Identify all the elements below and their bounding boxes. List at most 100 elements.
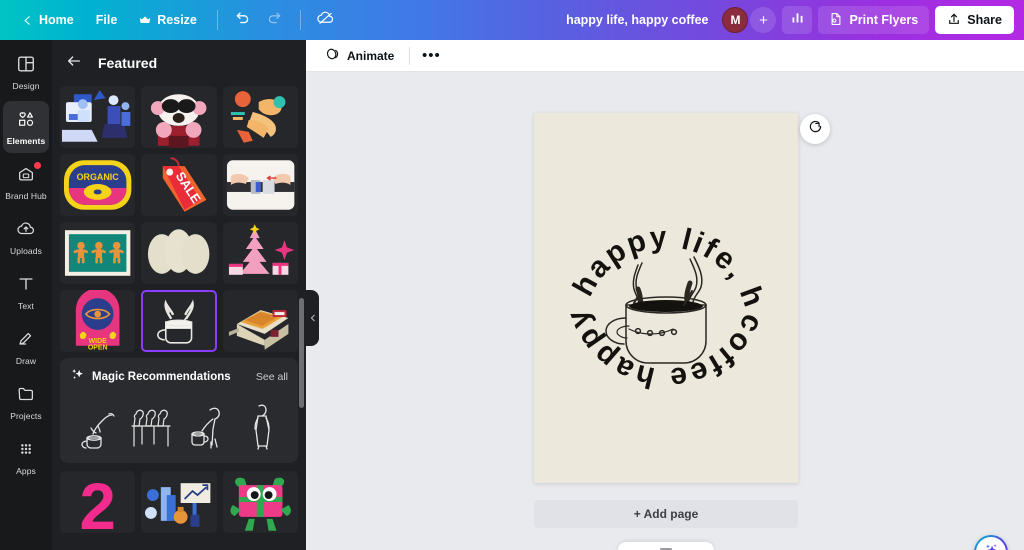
- sidebar-item-design[interactable]: Design: [3, 46, 49, 98]
- elements-row: ORGANIC SALE: [60, 154, 298, 216]
- animate-label: Animate: [347, 48, 395, 63]
- design-artwork: happy life, happy coffee happy: [534, 113, 798, 483]
- add-page-strip[interactable]: + Add page: [534, 500, 798, 528]
- elements-row: [60, 222, 298, 284]
- magic-recommendations-card: Magic Recommendations See all: [60, 358, 298, 463]
- thumb-steaming-cup[interactable]: [141, 290, 217, 352]
- editor-toolbar: Animate •••: [306, 40, 1024, 72]
- panel-title: Featured: [98, 55, 158, 71]
- sidebar-item-projects[interactable]: Projects: [3, 376, 49, 428]
- magic-thumb-pour-cup[interactable]: [70, 395, 122, 453]
- undo-button[interactable]: [228, 6, 258, 34]
- chevron-left-icon: [309, 309, 317, 327]
- magic-thumbnails-row: [70, 395, 288, 453]
- canva-editor-window: Home File Resize happy life, happy coffe…: [0, 0, 1024, 550]
- sidebar-item-label: Brand Hub: [5, 190, 47, 201]
- sidebar-item-label: Elements: [6, 135, 46, 146]
- thumb-sale-tag[interactable]: SALE: [141, 154, 217, 216]
- top-toolbar-right: happy life, happy coffee M + Print Flyer…: [558, 0, 1024, 40]
- draw-icon: [16, 329, 36, 354]
- sidebar-item-uploads[interactable]: Uploads: [3, 211, 49, 263]
- avatar[interactable]: M: [722, 7, 749, 33]
- ai-assistant-button[interactable]: [974, 535, 1008, 550]
- thumb-organic-badge[interactable]: ORGANIC: [60, 154, 136, 216]
- panel-back-button[interactable]: [62, 51, 86, 75]
- file-button[interactable]: File: [86, 6, 128, 34]
- print-flyers-button[interactable]: Print Flyers: [818, 6, 930, 34]
- sidebar-item-label: Draw: [15, 355, 37, 366]
- thumb-sunglasses-character[interactable]: [141, 86, 217, 148]
- collaborators: M +: [722, 7, 777, 33]
- design-page[interactable]: happy life, happy coffee happy: [534, 113, 798, 483]
- sidebar-item-apps[interactable]: Apps: [3, 431, 49, 483]
- insights-icon: [790, 10, 805, 30]
- collapse-panel-button[interactable]: [306, 290, 319, 346]
- magic-recommendations-title: Magic Recommendations: [92, 371, 231, 383]
- magic-sparkles-icon: [983, 541, 1000, 550]
- panel-scrollbar[interactable]: [299, 298, 304, 408]
- sidebar-item-draw[interactable]: Draw: [3, 321, 49, 373]
- notification-badge: [34, 162, 41, 169]
- undo-icon: [234, 9, 251, 31]
- sidebar-item-label: Projects: [10, 410, 42, 421]
- thumb-oven-box[interactable]: [222, 290, 298, 352]
- animate-button[interactable]: Animate: [318, 44, 401, 68]
- regenerate-button[interactable]: [800, 114, 830, 144]
- more-options-button[interactable]: •••: [418, 44, 444, 68]
- thumb-finance-chart[interactable]: [141, 471, 217, 533]
- brand-hub-icon: [16, 164, 36, 189]
- elements-row: 2: [60, 471, 298, 533]
- panel-scroll-area[interactable]: ORGANIC SALE WIDE OPEN Magic Recommendat…: [52, 86, 306, 550]
- thumb-cream-blobs[interactable]: [141, 222, 217, 284]
- crown-icon: [139, 15, 151, 25]
- sidebar-item-label: Uploads: [10, 245, 42, 256]
- thumb-workspace-illustration[interactable]: [60, 86, 136, 148]
- toolbar-divider-2: [299, 10, 301, 30]
- editor-area: Animate ••• happy life, h coffee happy +…: [306, 40, 1024, 550]
- home-button[interactable]: Home: [12, 6, 84, 34]
- share-button[interactable]: Share: [935, 6, 1014, 34]
- thumb-number-two[interactable]: 2: [60, 471, 136, 533]
- resize-button[interactable]: Resize: [129, 6, 207, 34]
- thumb-christmas-tree[interactable]: [222, 222, 298, 284]
- sidebar-item-label: Design: [12, 80, 40, 91]
- thumb-gift-character[interactable]: [222, 471, 298, 533]
- top-toolbar-left: Home File Resize: [0, 0, 341, 40]
- bottom-toolbar-peek[interactable]: [618, 542, 714, 550]
- animate-icon: [325, 46, 341, 65]
- top-toolbar: Home File Resize happy life, happy coffe…: [0, 0, 1024, 40]
- thumb-gingerbread-stamp[interactable]: [60, 222, 136, 284]
- magic-thumb-bar-figures[interactable]: [126, 395, 178, 453]
- sidebar-item-elements[interactable]: Elements: [3, 101, 49, 153]
- magic-thumb-standing[interactable]: [237, 395, 289, 453]
- thumb-running-person[interactable]: [222, 86, 298, 148]
- file-label: File: [95, 13, 118, 27]
- add-collaborator-button[interactable]: +: [750, 7, 777, 33]
- svg-text:WIDE: WIDE: [89, 338, 107, 345]
- document-title[interactable]: happy life, happy coffee: [558, 8, 716, 32]
- home-label: Home: [39, 13, 74, 27]
- redo-button[interactable]: [260, 6, 290, 34]
- print-flyers-label: Print Flyers: [849, 13, 919, 27]
- elements-icon: [16, 109, 36, 134]
- magic-thumb-pour-kettle[interactable]: [181, 395, 233, 453]
- cloud-save-button[interactable]: [311, 6, 341, 34]
- regenerate-icon: [807, 118, 824, 140]
- toolbar-divider: [409, 46, 411, 65]
- arrow-left-icon: [66, 53, 82, 74]
- elements-row: WIDE OPEN: [60, 290, 298, 352]
- thumb-wide-open-badge[interactable]: WIDE OPEN: [60, 290, 136, 352]
- uploads-icon: [16, 219, 36, 244]
- elements-row: [60, 86, 298, 148]
- text-icon: [16, 274, 36, 299]
- print-icon: [829, 12, 843, 29]
- sparkles-icon: [70, 367, 85, 387]
- insights-button[interactable]: [782, 6, 813, 34]
- magic-see-all-link[interactable]: See all: [256, 371, 288, 383]
- sidebar-item-text[interactable]: Text: [3, 266, 49, 318]
- toolbar-divider-1: [216, 10, 218, 30]
- thumb-seatbelt-hands[interactable]: [222, 154, 298, 216]
- panel-header: Featured: [52, 46, 306, 80]
- sidebar-item-brand-hub[interactable]: Brand Hub: [3, 156, 49, 208]
- sidebar-item-label: Apps: [16, 465, 36, 476]
